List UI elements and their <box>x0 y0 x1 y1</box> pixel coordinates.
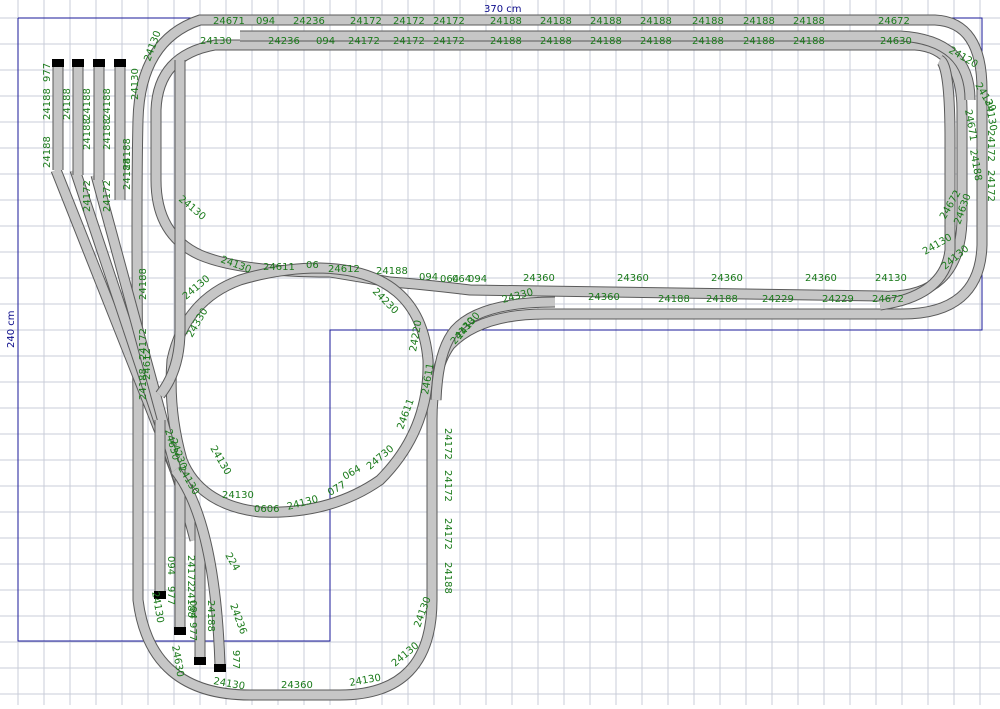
part-label-siding-7: 24236 <box>227 602 248 636</box>
part-label-yard-6: 24188 <box>102 118 113 150</box>
part-label-yard-2: 24188 <box>42 136 53 168</box>
inner-main-loop-edge <box>150 39 968 302</box>
width-dimension-label: 370 cm <box>484 4 522 15</box>
track-plan-svg[interactable]: 370 cm 240 cm 24671 094 24236 24172 24172 241… <box>0 0 1000 705</box>
part-label-siding-6: 24188 <box>205 600 216 632</box>
part-label-top-inner-0: 24130 <box>200 36 232 47</box>
part-label-top-outer-0: 24671 <box>213 16 245 27</box>
part-label-top-inner-6: 24188 <box>490 36 522 47</box>
outer-main-loop-edge <box>131 14 988 701</box>
part-label-yard-9: 24188 <box>102 88 113 120</box>
buffer-stop-3[interactable] <box>93 59 105 67</box>
part-label-yard-4: 24172 <box>102 180 113 212</box>
part-label-top-outer-8: 24188 <box>590 16 622 27</box>
part-label-middle-9: 24360 <box>523 273 555 284</box>
part-label-rightv-2: 24172 <box>442 470 453 502</box>
part-label-top-outer-1: 094 <box>256 16 275 27</box>
part-label-lower-6: 24672 <box>872 294 904 305</box>
part-label-yard-8: 24188 <box>82 88 93 120</box>
part-label-siding-0: 094 <box>165 556 176 575</box>
part-label-rightv-4: 24188 <box>442 562 453 594</box>
part-label-yard-5: 24188 <box>82 118 93 150</box>
buffer-stop-1[interactable] <box>52 59 64 67</box>
part-label-top-inner-1: 24236 <box>268 36 300 47</box>
part-label-top-outer-4: 24172 <box>393 16 425 27</box>
part-label-top-inner-12: 24188 <box>793 36 825 47</box>
buffer-stop-7[interactable] <box>194 657 206 665</box>
part-label-middle-0: 24130 <box>219 254 253 275</box>
part-label-lower-5: 24229 <box>822 294 854 305</box>
part-label-left-1: 24130 <box>130 68 141 100</box>
part-label-left-6: 24612 <box>142 348 153 380</box>
buffer-stop-8[interactable] <box>214 664 226 672</box>
part-label-top-outer-5: 24172 <box>433 16 465 27</box>
part-label-loop-3: 24130 <box>222 490 254 501</box>
part-label-right-5: 24172 <box>985 130 996 162</box>
part-label-right-6: 24172 <box>985 170 996 202</box>
part-label-top-outer-12: 24188 <box>793 16 825 27</box>
buffer-stop-6[interactable] <box>174 627 186 635</box>
part-label-siding-9: 977 <box>230 650 241 669</box>
part-label-top-outer-6: 24188 <box>490 16 522 27</box>
part-label-lower-3: 24188 <box>706 294 738 305</box>
part-label-top-inner-9: 24188 <box>640 36 672 47</box>
part-label-top-outer-13: 24672 <box>878 16 910 27</box>
part-label-siding-4: 094 <box>187 600 198 619</box>
part-label-lower-4: 24229 <box>762 294 794 305</box>
part-label-yard-7: 24188 <box>62 88 73 120</box>
part-label-middle-5: 094 <box>419 272 438 283</box>
part-label-yard-3: 24172 <box>82 180 93 212</box>
part-label-lower-1: 24360 <box>588 292 620 303</box>
part-label-top-outer-9: 24188 <box>640 16 672 27</box>
part-label-lower-2: 24188 <box>658 294 690 305</box>
part-label-rightv-1: 24172 <box>442 428 453 460</box>
part-label-middle-13: 24130 <box>875 273 907 284</box>
part-label-middle-1: 24611 <box>263 262 295 273</box>
part-label-loop-2: 24130 <box>207 444 232 477</box>
part-label-middle-12: 24360 <box>805 273 837 284</box>
part-label-top-inner-11: 24188 <box>743 36 775 47</box>
part-label-top-outer-10: 24188 <box>692 16 724 27</box>
part-label-top-outer-3: 24172 <box>350 16 382 27</box>
part-label-siding-5: 977 <box>187 622 198 641</box>
part-label-middle-10: 24360 <box>617 273 649 284</box>
part-label-bottom-1: 24360 <box>281 680 313 691</box>
inner-main-loop-bed <box>151 40 967 301</box>
part-label-top-inner-13: 24630 <box>880 36 912 47</box>
buffer-stop-2[interactable] <box>72 59 84 67</box>
buffer-stop-4[interactable] <box>114 59 126 67</box>
part-label-loop-8: 064 <box>341 464 363 483</box>
part-label-top-outer-7: 24188 <box>540 16 572 27</box>
part-label-loop-11: 0606 <box>254 504 279 515</box>
part-label-middle-8: 094 <box>468 274 487 285</box>
right-return-inner[interactable] <box>879 55 956 311</box>
part-label-siding-1: 977 <box>165 586 176 605</box>
part-label-yard-10: 24188 <box>122 158 133 190</box>
part-label-yard-1: 24188 <box>42 88 53 120</box>
part-label-top-inner-2: 094 <box>316 36 335 47</box>
right-return-inner-edge <box>879 55 956 311</box>
inner-main-loop[interactable] <box>150 39 968 302</box>
part-label-top-outer-11: 24188 <box>743 16 775 27</box>
outer-main-loop-bed <box>132 15 987 700</box>
part-label-left-3: 24188 <box>138 268 149 300</box>
part-label-rightv-3: 24172 <box>442 518 453 550</box>
part-label-siding-8: 224 <box>222 551 241 573</box>
part-label-siding-2: 24172 <box>185 555 196 587</box>
outer-main-loop[interactable] <box>131 14 988 701</box>
part-label-top-inner-3: 24172 <box>348 36 380 47</box>
part-label-top-inner-7: 24188 <box>540 36 572 47</box>
part-label-top-inner-8: 24188 <box>590 36 622 47</box>
part-label-yard-0: 977 <box>42 63 53 82</box>
layout-canvas[interactable]: 370 cm 240 cm 24671 094 24236 24172 24172 241… <box>0 0 1000 705</box>
part-label-middle-4: 24188 <box>376 266 408 277</box>
part-label-middle-2: 06 <box>306 260 319 271</box>
height-dimension-label: 240 cm <box>6 310 17 348</box>
part-label-middle-11: 24360 <box>711 273 743 284</box>
part-label-middle-3: 24612 <box>328 264 360 275</box>
part-label-top-inner-5: 24172 <box>433 36 465 47</box>
part-label-top-outer-2: 24236 <box>293 16 325 27</box>
part-label-top-inner-4: 24172 <box>393 36 425 47</box>
part-label-top-inner-10: 24188 <box>692 36 724 47</box>
